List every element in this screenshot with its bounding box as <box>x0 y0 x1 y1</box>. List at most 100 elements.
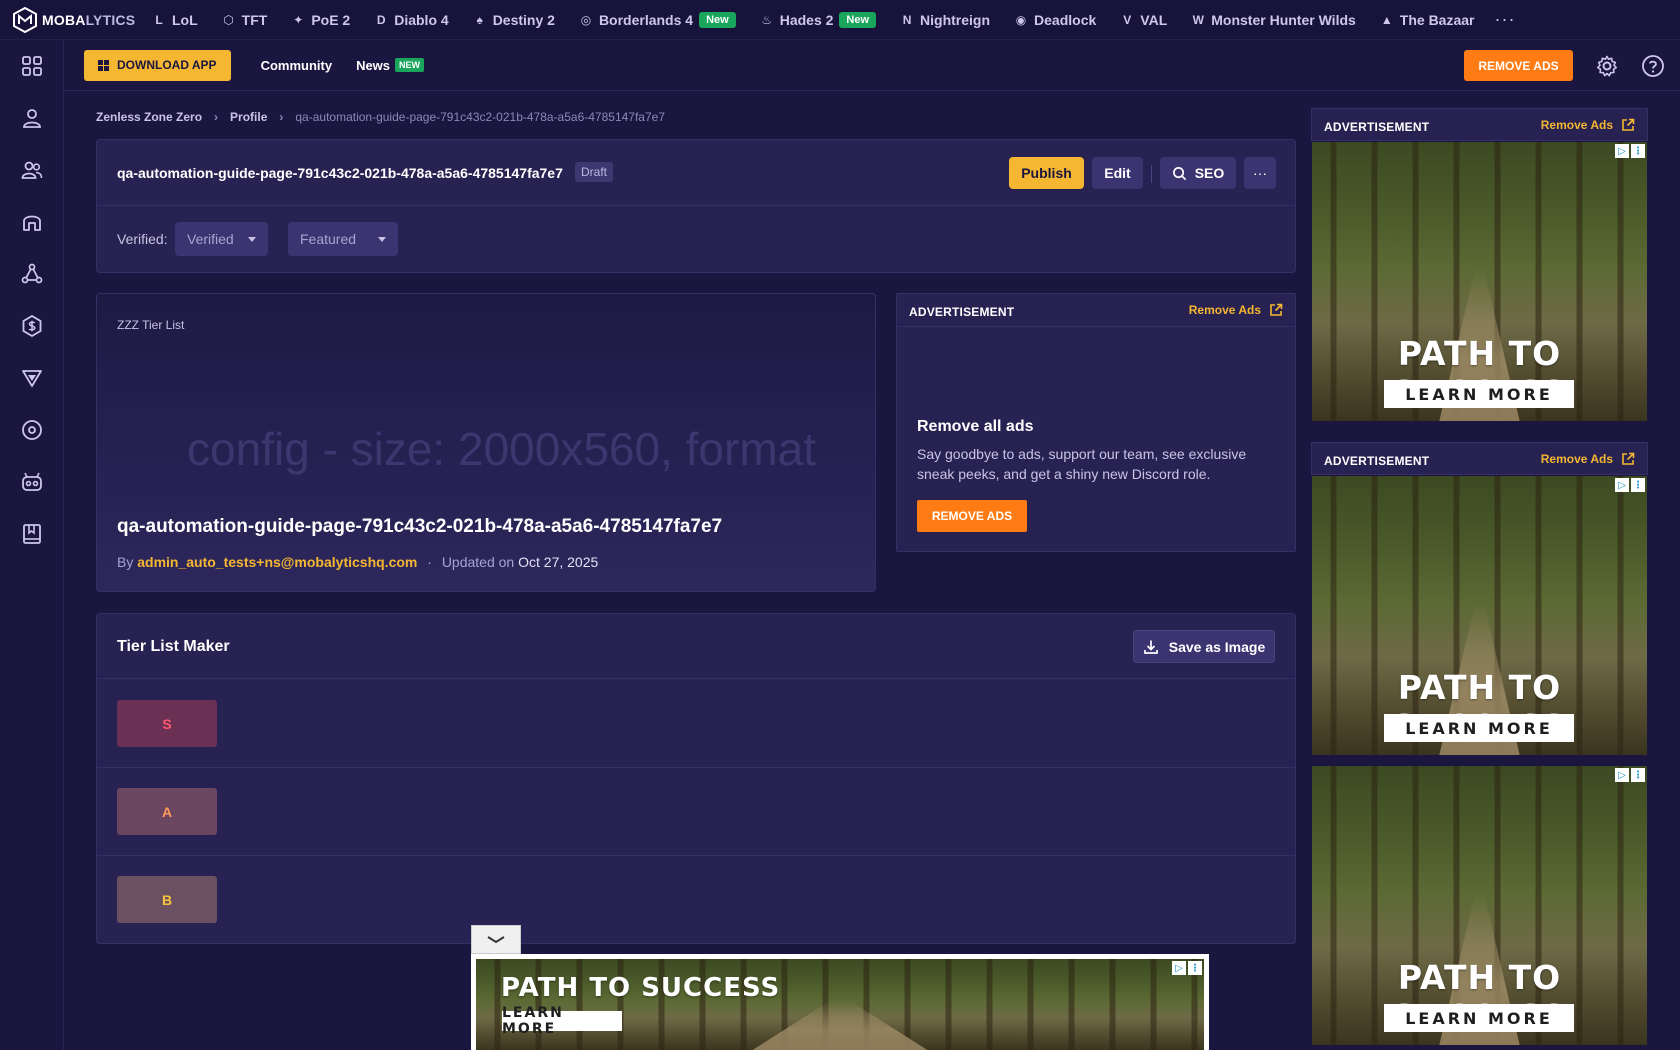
guide-category-tag: ZZZ Tier List <box>117 318 185 332</box>
sub-header: DOWNLOAD APP Community News NEW REMOVE A… <box>64 40 1680 91</box>
robot-icon[interactable] <box>20 470 44 494</box>
adchoices-icon[interactable]: ▷ ⋮ <box>1615 144 1645 158</box>
helmet-icon[interactable] <box>20 210 44 234</box>
users-icon[interactable] <box>20 158 44 182</box>
featured-select[interactable]: Featured <box>288 222 398 256</box>
promo-heading: Remove all ads <box>917 418 1034 435</box>
ad-banner-2[interactable]: PATH TO SUCCESS LEARN MORE ▷⋮ <box>1312 476 1647 755</box>
external-link-icon <box>1622 118 1635 131</box>
save-as-image-button[interactable]: Save as Image <box>1133 630 1275 663</box>
nav-game-label: Borderlands 4 <box>598 11 694 28</box>
verified-select[interactable]: Verified <box>175 222 268 256</box>
tier-label[interactable]: A <box>117 788 217 835</box>
nav-game-borderlands[interactable]: ◎ Borderlands 4 New <box>579 11 736 28</box>
ad-header: ADVERTISEMENT Remove Ads <box>897 294 1295 327</box>
guide-meta: By admin_auto_tests+ns@mobalyticshq.com … <box>117 554 598 570</box>
save-as-image-label: Save as Image <box>1168 638 1266 655</box>
ad-banner-bottom[interactable]: PATH TO SUCCESS LEARN MORE ▷ ⋮ <box>476 959 1204 1050</box>
promo-body: Say goodbye to ads, support our team, se… <box>917 446 1247 482</box>
ad-banner-3[interactable]: PATH TO SUCCESS LEARN MORE ▷⋮ <box>1312 766 1647 1045</box>
more-options-button[interactable]: ··· <box>1244 157 1276 189</box>
tier-row[interactable]: A <box>97 768 1295 856</box>
nav-game-deadlock[interactable]: ◉ Deadlock <box>1014 12 1097 28</box>
adchoices-icon[interactable]: ▷ ⋮ <box>1615 768 1645 782</box>
collapse-ad-button[interactable] <box>471 925 521 954</box>
remove-ads-link-label: Remove Ads <box>1540 118 1613 132</box>
tier-label[interactable]: S <box>117 700 217 747</box>
nav-game-label: PoE 2 <box>311 11 351 28</box>
nav-game-destiny[interactable]: ♠ Destiny 2 <box>473 12 555 28</box>
nav-game-valorant[interactable]: V VAL <box>1120 12 1167 28</box>
learn-more-button[interactable]: LEARN MORE <box>1384 714 1574 742</box>
graph-icon[interactable] <box>20 262 44 286</box>
help-icon[interactable] <box>1641 54 1665 78</box>
nav-game-label: Nightreign <box>920 11 991 28</box>
adchoices-icon[interactable]: ▷ ⋮ <box>1615 478 1645 492</box>
publish-button[interactable]: Publish <box>1009 157 1084 189</box>
mobalytics-logo-icon <box>13 6 37 33</box>
new-badge: New <box>699 11 736 28</box>
ad-label: ADVERTISEMENT <box>1324 120 1430 134</box>
seo-button[interactable]: SEO <box>1160 157 1236 189</box>
profile-icon[interactable] <box>20 106 44 130</box>
nav-game-label: LoL <box>172 11 198 28</box>
right-ad-header-2: ADVERTISEMENT Remove Ads <box>1311 442 1648 475</box>
nav-game-hades[interactable]: ♨ Hades 2 New <box>760 11 877 28</box>
learn-more-button[interactable]: LEARN MORE <box>1384 1004 1574 1032</box>
nav-game-label: The Bazaar <box>1399 11 1475 28</box>
more-games-icon[interactable]: ··· <box>1495 9 1516 30</box>
breadcrumb-profile[interactable]: Profile <box>230 110 267 124</box>
guide-book-icon[interactable] <box>20 522 44 546</box>
breadcrumb-game[interactable]: Zenless Zone Zero <box>96 110 202 124</box>
game-nav-bar: MOBA LYTICS L LoL ⬡ TFT ✦ PoE 2 D Diablo 4 ♠ Desti… <box>0 0 1680 40</box>
author-link[interactable]: admin_auto_tests+ns@mobalyticshq.com <box>137 554 417 570</box>
nav-game-diablo[interactable]: D Diablo 4 <box>374 11 449 28</box>
bazaar-icon: ▲ <box>1380 12 1393 27</box>
guide-cover-card: ZZZ Tier List config - size: 2000x560, f… <box>96 293 876 592</box>
nav-game-bazaar[interactable]: ▲ The Bazaar <box>1380 12 1475 28</box>
nav-game-label: Destiny 2 <box>492 11 555 28</box>
remove-ads-link[interactable]: Remove Ads <box>1189 303 1283 317</box>
promo-remove-ads-button[interactable]: REMOVE ADS <box>917 500 1027 532</box>
meta-dot: · <box>427 554 432 570</box>
tft-icon: ⬡ <box>223 12 234 27</box>
remove-ads-link[interactable]: Remove Ads <box>1541 452 1635 466</box>
featured-select-value: Featured <box>300 231 357 247</box>
currency-icon[interactable] <box>20 314 44 338</box>
tier-label[interactable]: B <box>117 876 217 923</box>
poe-icon: ✦ <box>293 12 304 27</box>
remove-ads-button[interactable]: REMOVE ADS <box>1464 50 1573 81</box>
apps-grid-icon[interactable] <box>20 54 44 78</box>
adchoices-icon[interactable]: ▷ ⋮ <box>1172 961 1202 975</box>
edit-button[interactable]: Edit <box>1092 157 1143 189</box>
nav-game-nightreign[interactable]: N Nightreign <box>900 12 990 28</box>
sticky-bottom-ad: PATH TO SUCCESS LEARN MORE ▷ ⋮ <box>471 954 1209 1050</box>
mobalytics-logo[interactable]: MOBA LYTICS <box>0 6 138 33</box>
valorant-icon: V <box>1123 12 1132 27</box>
nav-game-label: Hades 2 <box>779 11 834 28</box>
community-link[interactable]: Community <box>261 58 333 73</box>
learn-more-button[interactable]: LEARN MORE <box>1384 380 1574 408</box>
target-icon[interactable] <box>20 418 44 442</box>
nav-game-monster-hunter[interactable]: W Monster Hunter Wilds <box>1191 12 1356 28</box>
download-app-button[interactable]: DOWNLOAD APP <box>84 49 231 81</box>
nav-game-label: VAL <box>1140 11 1168 28</box>
tier-row[interactable]: S <box>97 680 1295 768</box>
valorant-tool-icon[interactable] <box>20 366 44 390</box>
gear-icon[interactable] <box>1595 54 1619 78</box>
lol-icon: L <box>155 12 163 27</box>
news-link[interactable]: News NEW <box>356 58 425 73</box>
nav-game-poe[interactable]: ✦ PoE 2 <box>291 12 350 28</box>
cover-image-placeholder: config - size: 2000x560, format <box>187 423 816 475</box>
ad-banner-1[interactable]: PATH TO SUCCESS LEARN MORE ▷⋮ <box>1312 142 1647 421</box>
nav-game-label: Diablo 4 <box>394 11 449 28</box>
remove-ads-promo: ADVERTISEMENT Remove Ads Remove all ads … <box>896 293 1296 552</box>
nav-game-tft[interactable]: ⬡ TFT <box>222 11 268 28</box>
tier-row[interactable]: B <box>97 856 1295 943</box>
remove-ads-link[interactable]: Remove Ads <box>1541 118 1635 132</box>
nav-game-label: TFT <box>241 11 268 28</box>
chevron-down-icon <box>378 236 386 242</box>
chevron-down-icon <box>248 236 256 242</box>
nav-game-lol[interactable]: L LoL <box>152 11 198 28</box>
learn-more-button[interactable]: LEARN MORE <box>502 1005 622 1037</box>
